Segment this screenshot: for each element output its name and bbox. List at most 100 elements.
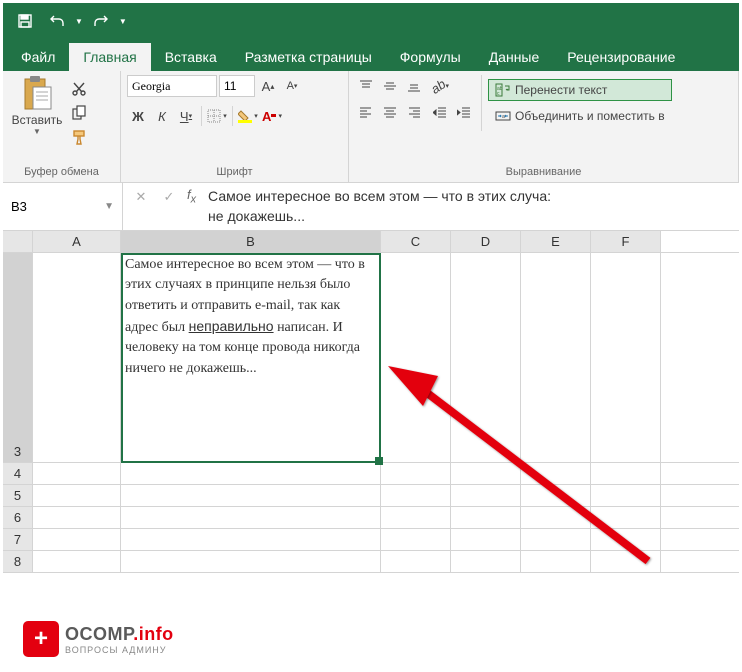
align-right-icon[interactable] [403,101,425,123]
accept-formula-icon[interactable]: ✓ [159,187,179,207]
save-icon[interactable] [11,7,39,35]
quick-access-toolbar: ▼ ▼ [3,3,739,39]
cell-c7[interactable] [381,529,451,550]
align-center-icon[interactable] [379,101,401,123]
increase-font-icon[interactable]: A▴ [257,75,279,97]
cell-b4[interactable] [121,463,381,484]
align-middle-icon[interactable] [379,75,401,97]
ribbon-group-clipboard: Вставить ▼ Буфер обмена [3,71,121,182]
wrap-text-icon: abc [495,82,511,98]
font-group-label: Шрифт [127,164,342,182]
font-color-icon[interactable]: A▾ [261,105,283,127]
cell-d6[interactable] [451,507,521,528]
cell-c6[interactable] [381,507,451,528]
cell-f4[interactable] [591,463,661,484]
cell-b3[interactable]: Самое интересное во всем этом — что в эт… [121,253,381,462]
chevron-down-icon[interactable]: ▼ [104,201,114,212]
cell-d7[interactable] [451,529,521,550]
column-header-b[interactable]: B [121,231,381,252]
row-header-3[interactable]: 3 [3,253,33,462]
cell-d4[interactable] [451,463,521,484]
row-header-4[interactable]: 4 [3,463,33,484]
cut-icon[interactable] [69,79,89,99]
undo-icon[interactable] [43,7,71,35]
cell-e7[interactable] [521,529,591,550]
tab-insert[interactable]: Вставка [151,43,231,71]
name-box-input[interactable] [11,199,71,214]
cell-b6[interactable] [121,507,381,528]
align-top-icon[interactable] [355,75,377,97]
cell-e8[interactable] [521,551,591,572]
cell-a8[interactable] [33,551,121,572]
decrease-font-icon[interactable]: A▾ [281,75,303,97]
copy-icon[interactable] [69,103,89,123]
borders-icon[interactable]: ▾ [206,105,228,127]
cell-a6[interactable] [33,507,121,528]
tab-home[interactable]: Главная [69,43,150,71]
tab-formulas[interactable]: Формулы [386,43,475,71]
font-name-input[interactable] [127,75,217,97]
tab-file[interactable]: Файл [7,43,69,71]
cell-c3[interactable] [381,253,451,462]
bold-button[interactable]: Ж [127,105,149,127]
align-bottom-icon[interactable] [403,75,425,97]
cell-d8[interactable] [451,551,521,572]
cell-e3[interactable] [521,253,591,462]
column-header-c[interactable]: C [381,231,451,252]
cell-a7[interactable] [33,529,121,550]
cell-e4[interactable] [521,463,591,484]
cell-b8[interactable] [121,551,381,572]
column-header-a[interactable]: A [33,231,121,252]
cell-a4[interactable] [33,463,121,484]
tab-layout[interactable]: Разметка страницы [231,43,386,71]
cell-b5[interactable] [121,485,381,506]
watermark-badge-icon: + [23,621,59,657]
cell-e6[interactable] [521,507,591,528]
row-header-7[interactable]: 7 [3,529,33,550]
redo-icon[interactable] [87,7,115,35]
orientation-icon[interactable]: ab▾ [429,75,451,97]
undo-dropdown-icon[interactable]: ▼ [75,17,83,26]
fx-icon[interactable]: fx [187,187,196,206]
italic-button[interactable]: К [151,105,173,127]
cell-c4[interactable] [381,463,451,484]
paste-label: Вставить [12,113,63,127]
wrap-text-button[interactable]: abc Перенести текст [488,79,672,101]
align-left-icon[interactable] [355,101,377,123]
row-header-5[interactable]: 5 [3,485,33,506]
column-header-d[interactable]: D [451,231,521,252]
cell-d3[interactable] [451,253,521,462]
paste-button[interactable]: Вставить ▼ [9,75,65,136]
cell-a5[interactable] [33,485,121,506]
cell-f6[interactable] [591,507,661,528]
cell-e5[interactable] [521,485,591,506]
chevron-down-icon: ▼ [33,127,41,136]
font-size-input[interactable] [219,75,255,97]
row-header-8[interactable]: 8 [3,551,33,572]
redo-dropdown-icon[interactable]: ▼ [119,17,127,26]
cell-f8[interactable] [591,551,661,572]
column-header-f[interactable]: F [591,231,661,252]
cell-a3[interactable] [33,253,121,462]
formula-content[interactable]: Самое интересное во всем этом — что в эт… [204,187,731,226]
column-header-e[interactable]: E [521,231,591,252]
merge-center-button[interactable]: a Объединить и поместить в [488,105,672,127]
tab-review[interactable]: Рецензирование [553,43,689,71]
tab-data[interactable]: Данные [475,43,554,71]
cancel-formula-icon[interactable]: ✕ [131,187,151,207]
row-header-6[interactable]: 6 [3,507,33,528]
select-all-corner[interactable] [3,231,33,252]
cell-f7[interactable] [591,529,661,550]
cell-d5[interactable] [451,485,521,506]
cell-f5[interactable] [591,485,661,506]
cell-c5[interactable] [381,485,451,506]
cell-f3[interactable] [591,253,661,462]
underline-button[interactable]: Ч ▾ [175,105,197,127]
decrease-indent-icon[interactable] [429,101,451,123]
fill-color-icon[interactable]: ▾ [237,105,259,127]
name-box[interactable]: ▼ [3,183,123,230]
format-painter-icon[interactable] [69,127,89,147]
cell-b7[interactable] [121,529,381,550]
cell-c8[interactable] [381,551,451,572]
increase-indent-icon[interactable] [453,101,475,123]
